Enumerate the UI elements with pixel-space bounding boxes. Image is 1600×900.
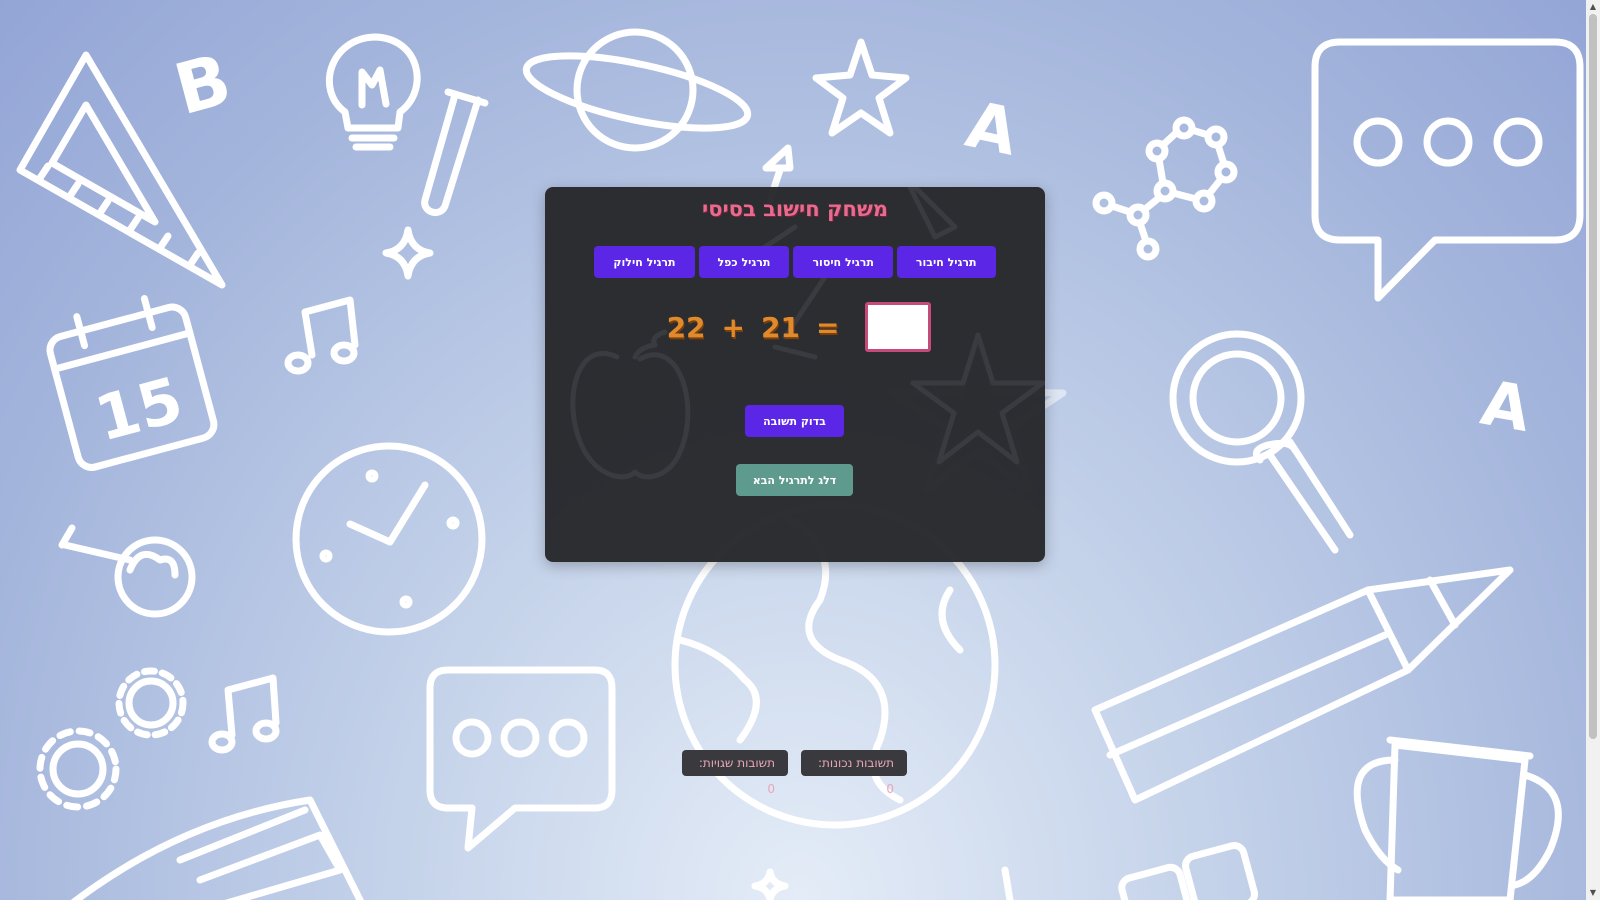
molecule-icon — [1092, 116, 1238, 261]
page-scrollbar[interactable]: ▲ ▼ — [1586, 0, 1600, 900]
equation-row: 22 + 21 = — [545, 302, 1045, 352]
subtraction-mode-button[interactable]: תרגיל חיסור — [793, 246, 893, 278]
division-mode-button[interactable]: תרגיל חילוק — [594, 246, 695, 278]
letter-b-doodle: B — [166, 38, 239, 131]
scrollbar-thumb[interactable] — [1589, 14, 1597, 739]
sparkle-icon-bottom — [751, 868, 789, 900]
exercise-mode-tabs: תרגיל חיבור תרגיל חיסור תרגיל כפל תרגיל … — [545, 246, 1045, 278]
wrong-answers-counter: תשובות שגויות: 0 — [682, 750, 788, 796]
sparkle-icon — [382, 226, 434, 280]
book-icon — [70, 796, 364, 900]
right-operand: 21 — [761, 310, 800, 344]
apple-icon — [570, 329, 691, 480]
card-background-doodles — [570, 187, 1045, 480]
letter-a-doodle: A — [960, 88, 1024, 171]
test-tube-icon — [421, 91, 482, 217]
scroll-up-arrow-icon[interactable]: ▲ — [1586, 0, 1600, 14]
answer-input[interactable] — [865, 302, 932, 352]
dice-icon — [1118, 842, 1258, 900]
wrench-icon — [58, 524, 196, 618]
correct-answers-counter: תשובות נכונות: 0 — [801, 750, 907, 796]
lightbulb-icon — [325, 33, 421, 151]
trophy-icon — [1353, 736, 1562, 900]
planet-icon — [522, 28, 752, 152]
gear-icon — [36, 667, 187, 811]
game-card: משחק חישוב בסיסי תרגיל חיבור תרגיל חיסור… — [545, 187, 1045, 562]
scroll-down-arrow-icon[interactable]: ▼ — [1586, 886, 1600, 900]
magnifier-icon — [1169, 330, 1354, 554]
letter-a-doodle-right: A — [1476, 366, 1536, 446]
check-answer-button[interactable]: בדוק תשובה — [745, 405, 844, 437]
operator-sign: + — [721, 310, 745, 344]
clock-icon — [292, 442, 486, 636]
music-note-icon — [284, 296, 359, 375]
star-icon — [812, 38, 910, 137]
speech-bubble-icon — [1311, 38, 1584, 302]
addition-mode-button[interactable]: תרגיל חיבור — [896, 246, 996, 278]
chat-bubble-icon — [426, 666, 616, 852]
tree-icon — [1001, 866, 1014, 900]
game-title: משחק חישוב בסיסי — [702, 197, 888, 221]
pencil-icon — [1091, 566, 1514, 804]
music-note-icon-2 — [208, 674, 280, 754]
left-operand: 22 — [666, 310, 706, 344]
calendar-icon: 15 — [46, 294, 218, 471]
skip-exercise-button[interactable]: דלג לתרגיל הבא — [736, 464, 853, 496]
equals-sign: = — [815, 310, 840, 344]
calendar-day-doodle: 15 — [88, 363, 190, 456]
multiplication-mode-button[interactable]: תרגיל כפל — [698, 246, 790, 278]
star-outline-card-icon — [910, 332, 1045, 465]
